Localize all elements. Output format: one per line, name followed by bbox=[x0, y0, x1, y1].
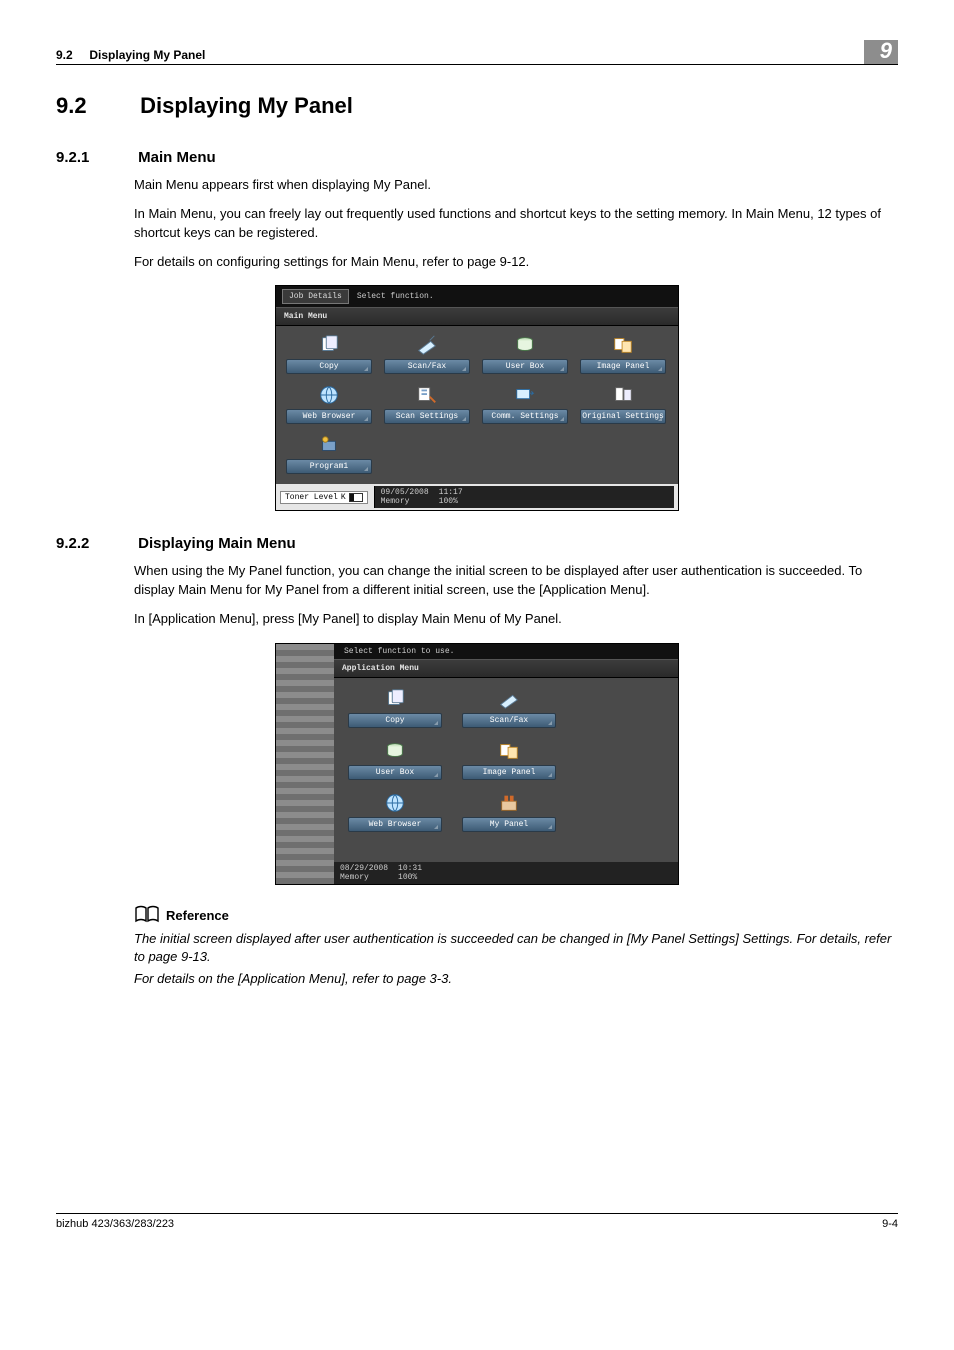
menu-label: Comm. Settings bbox=[482, 409, 568, 424]
scan-settings-icon bbox=[415, 384, 439, 406]
page-footer: bizhub 423/363/283/223 9-4 bbox=[56, 1213, 898, 1230]
subsection-heading-1: 9.2.1 Main Menu bbox=[56, 149, 898, 166]
menu-label: Program1 bbox=[286, 459, 372, 474]
copy-icon bbox=[383, 688, 407, 710]
status-date: 08/29/2008 bbox=[340, 864, 388, 873]
menu-item-userbox[interactable]: User Box bbox=[348, 740, 442, 780]
menu-label: Copy bbox=[286, 359, 372, 374]
main-menu-screenshot: Job Details Select function. Main Menu C… bbox=[275, 285, 679, 511]
status-mem-label: Memory bbox=[381, 497, 410, 506]
menu-item-commsettings[interactable]: Comm. Settings bbox=[482, 384, 568, 424]
paragraph: For details on configuring settings for … bbox=[134, 253, 898, 272]
menu-item-copy[interactable]: Copy bbox=[348, 688, 442, 728]
globe-icon bbox=[317, 384, 341, 406]
toner-label: Toner Level bbox=[285, 493, 338, 502]
status-mem-label: Memory bbox=[340, 873, 369, 882]
menu-label: Original Settings bbox=[580, 409, 666, 424]
toner-bar-icon bbox=[349, 493, 363, 502]
section-heading-number: 9.2 bbox=[56, 93, 134, 119]
menu-item-scanfax[interactable]: Scan/Fax bbox=[384, 334, 470, 374]
menu-label: Web Browser bbox=[286, 409, 372, 424]
main-menu-grid: Copy Scan/Fax User Box Image Panel Web B… bbox=[276, 326, 678, 484]
running-head-num: 9.2 bbox=[56, 48, 73, 62]
original-settings-icon bbox=[611, 384, 635, 406]
status-date: 09/05/2008 bbox=[381, 488, 429, 497]
footer-left: bizhub 423/363/283/223 bbox=[56, 1218, 174, 1230]
menu-item-program1[interactable]: Program1 bbox=[286, 434, 372, 474]
reference-paragraph: The initial screen displayed after user … bbox=[134, 930, 898, 966]
panel-title-bar: Main Menu bbox=[276, 307, 678, 326]
menu-label: Scan Settings bbox=[384, 409, 470, 424]
panel-status-bar: 08/29/2008 Memory 10:31 100% bbox=[334, 862, 678, 884]
menu-label: My Panel bbox=[462, 817, 556, 832]
menu-item-userbox[interactable]: User Box bbox=[482, 334, 568, 374]
userbox-icon bbox=[513, 334, 537, 356]
scanfax-icon bbox=[415, 334, 439, 356]
menu-label: User Box bbox=[482, 359, 568, 374]
imagepanel-icon bbox=[611, 334, 635, 356]
subsection-title: Main Menu bbox=[138, 149, 216, 166]
subsection-number: 9.2.2 bbox=[56, 535, 134, 552]
subsection-2-body: When using the My Panel function, you ca… bbox=[134, 562, 898, 629]
menu-label: Image Panel bbox=[580, 359, 666, 374]
menu-item-webbrowser[interactable]: Web Browser bbox=[286, 384, 372, 424]
paragraph: In [Application Menu], press [My Panel] … bbox=[134, 610, 898, 629]
job-details-button[interactable]: Job Details bbox=[282, 289, 349, 304]
menu-label: User Box bbox=[348, 765, 442, 780]
toner-k: K bbox=[341, 493, 346, 502]
paragraph: Main Menu appears first when displaying … bbox=[134, 176, 898, 195]
toner-level-indicator: Toner Level K bbox=[280, 491, 368, 504]
panel-top-message: Select function to use. bbox=[344, 647, 454, 656]
subsection-heading-2: 9.2.2 Displaying Main Menu bbox=[56, 535, 898, 552]
menu-label: Image Panel bbox=[462, 765, 556, 780]
menu-item-scansettings[interactable]: Scan Settings bbox=[384, 384, 470, 424]
application-menu-screenshot: Select function to use. Application Menu… bbox=[275, 643, 679, 885]
book-icon bbox=[134, 905, 160, 926]
program-icon bbox=[317, 434, 341, 456]
status-time: 10:31 bbox=[398, 864, 422, 873]
imagepanel-icon bbox=[497, 740, 521, 762]
comm-settings-icon bbox=[513, 384, 537, 406]
application-menu-grid: Copy Scan/Fax User Box Image Panel bbox=[334, 678, 678, 862]
menu-item-originalsettings[interactable]: Original Settings bbox=[580, 384, 666, 424]
running-head: 9.2 Displaying My Panel bbox=[56, 48, 205, 62]
reference-heading-text: Reference bbox=[166, 908, 229, 923]
section-heading-text: Displaying My Panel bbox=[140, 93, 353, 118]
status-time: 11:17 bbox=[439, 488, 463, 497]
mypanel-icon bbox=[497, 792, 521, 814]
footer-right: 9-4 bbox=[882, 1218, 898, 1230]
userbox-icon bbox=[383, 740, 407, 762]
menu-label: Scan/Fax bbox=[384, 359, 470, 374]
subsection-number: 9.2.1 bbox=[56, 149, 134, 166]
panel-top-message: Select function. bbox=[357, 292, 434, 301]
subsection-1-body: Main Menu appears first when displaying … bbox=[134, 176, 898, 271]
chapter-tab: 9 bbox=[864, 40, 898, 64]
menu-item-webbrowser[interactable]: Web Browser bbox=[348, 792, 442, 832]
menu-label: Copy bbox=[348, 713, 442, 728]
status-mem-value: 100% bbox=[439, 497, 458, 506]
paragraph: When using the My Panel function, you ca… bbox=[134, 562, 898, 600]
reference-body: The initial screen displayed after user … bbox=[134, 930, 898, 989]
panel-title-bar: Application Menu bbox=[334, 659, 678, 678]
reference-heading: Reference bbox=[134, 905, 898, 926]
copy-icon bbox=[317, 334, 341, 356]
menu-item-copy[interactable]: Copy bbox=[286, 334, 372, 374]
menu-item-mypanel[interactable]: My Panel bbox=[462, 792, 556, 832]
status-mem-value: 100% bbox=[398, 873, 417, 882]
scanfax-icon bbox=[497, 688, 521, 710]
reference-paragraph: For details on the [Application Menu], r… bbox=[134, 970, 898, 988]
paragraph: In Main Menu, you can freely lay out fre… bbox=[134, 205, 898, 243]
panel-status-bar: Toner Level K 09/05/2008 Memory 11:17 10… bbox=[276, 484, 678, 510]
section-heading: 9.2 Displaying My Panel bbox=[56, 93, 898, 119]
menu-label: Web Browser bbox=[348, 817, 442, 832]
menu-item-imagepanel[interactable]: Image Panel bbox=[462, 740, 556, 780]
globe-icon bbox=[383, 792, 407, 814]
menu-item-scanfax[interactable]: Scan/Fax bbox=[462, 688, 556, 728]
menu-label: Scan/Fax bbox=[462, 713, 556, 728]
running-head-title: Displaying My Panel bbox=[89, 48, 205, 62]
side-stripe-decoration bbox=[276, 644, 334, 884]
menu-item-imagepanel[interactable]: Image Panel bbox=[580, 334, 666, 374]
subsection-title: Displaying Main Menu bbox=[138, 535, 296, 552]
page-header: 9.2 Displaying My Panel 9 bbox=[56, 40, 898, 65]
